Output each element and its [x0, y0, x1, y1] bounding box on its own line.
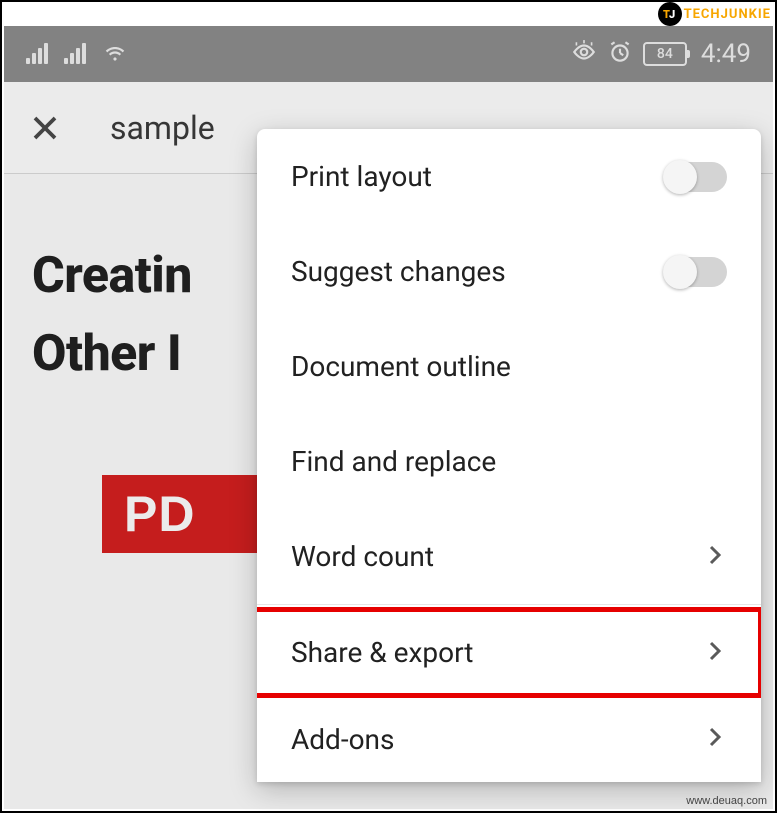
clock: 4:49 — [701, 39, 751, 69]
menu-label: Document outline — [291, 350, 511, 383]
menu-add-ons[interactable]: Add-ons — [257, 700, 761, 778]
chevron-right-icon — [703, 543, 727, 571]
eye-icon — [571, 39, 597, 69]
menu-print-layout[interactable]: Print layout — [257, 129, 761, 224]
techjunkie-badge-icon: TJ — [658, 2, 682, 26]
toggle-print-layout[interactable] — [665, 162, 727, 192]
menu-suggest-changes[interactable]: Suggest changes — [257, 224, 761, 319]
close-button[interactable] — [26, 109, 64, 147]
toggle-suggest-changes[interactable] — [665, 257, 727, 287]
pdf-badge: PD — [102, 475, 262, 553]
pdf-badge-text: PD — [124, 485, 195, 543]
menu-label: Add-ons — [291, 723, 394, 756]
menu-label: Suggest changes — [291, 255, 506, 288]
menu-label: Share & export — [291, 636, 473, 669]
battery-indicator: 84 — [643, 42, 687, 66]
menu-word-count[interactable]: Word count — [257, 509, 761, 604]
menu-share-export[interactable]: Share & export — [257, 605, 761, 700]
menu-document-outline[interactable]: Document outline — [257, 319, 761, 414]
battery-level: 84 — [657, 46, 673, 62]
watermark-top: TJ TECHJUNKIE — [658, 2, 771, 26]
svg-text:J: J — [669, 8, 675, 21]
menu-label: Word count — [291, 540, 434, 573]
signal-icon-2 — [64, 44, 88, 64]
chevron-right-icon — [703, 639, 727, 667]
watermark-bottom: www.deuaq.com — [686, 795, 767, 807]
menu-label: Find and replace — [291, 445, 496, 478]
status-bar: 84 4:49 — [4, 26, 773, 82]
chevron-right-icon — [703, 725, 727, 753]
signal-icon — [26, 44, 50, 64]
overflow-menu: Print layout Suggest changes Document ou… — [257, 129, 761, 782]
watermark-top-text: TECHJUNKIE — [684, 7, 771, 22]
document-title[interactable]: sample — [110, 109, 215, 147]
wifi-icon — [102, 39, 128, 69]
menu-label: Print layout — [291, 160, 432, 193]
alarm-icon — [607, 39, 633, 69]
menu-find-replace[interactable]: Find and replace — [257, 414, 761, 509]
